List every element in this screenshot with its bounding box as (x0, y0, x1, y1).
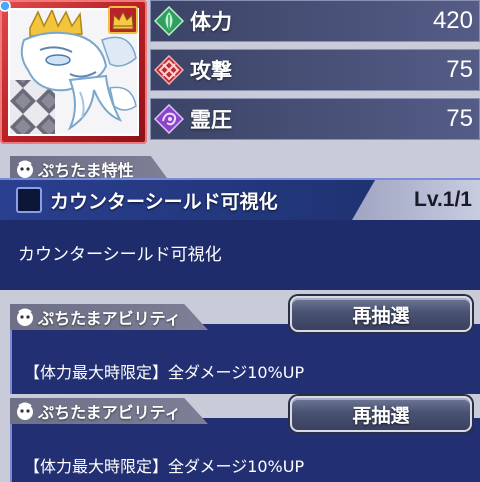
trait-header: カウンターシールド可視化 Lv.1/1 (0, 180, 480, 220)
stat-label: 体力 (190, 10, 232, 34)
ability-section-tab-2: ぷちたまアビリティ (10, 398, 208, 424)
trait-panel: カウンターシールド可視化 Lv.1/1 カウンターシールド可視化 (0, 178, 480, 290)
stat-value: 75 (446, 105, 473, 132)
ability-section-label: ぷちたまアビリティ (38, 403, 181, 422)
spirit-pressure-icon (154, 104, 184, 134)
crown-badge-icon (108, 6, 138, 34)
ability-section-tab-1: ぷちたまアビリティ (10, 304, 208, 330)
stat-value: 420 (432, 7, 473, 34)
stat-label: 霊圧 (190, 108, 232, 132)
egg-creature-icon (17, 402, 33, 420)
stat-row-attack: 攻撃 75 (150, 49, 480, 91)
stat-row-spirit-pressure: 霊圧 75 (150, 98, 480, 140)
leaf-icon (154, 6, 184, 36)
reroll-button-label: 再抽選 (352, 404, 410, 427)
stat-label: 攻撃 (190, 59, 232, 83)
egg-creature-icon (17, 160, 33, 178)
moon-icon (16, 187, 42, 213)
reroll-button-1[interactable]: 再抽選 (290, 296, 472, 332)
trait-description: カウンターシールド可視化 (18, 245, 222, 265)
blue-pin-icon (0, 0, 14, 14)
attack-crystal-icon (154, 55, 184, 85)
ability-text: 【体力最大時限定】全ダメージ10%UP (24, 457, 305, 476)
reroll-button-2[interactable]: 再抽選 (290, 396, 472, 432)
egg-creature-icon (17, 308, 33, 326)
ability-panel-1: 【体力最大時限定】全ダメージ10%UP (10, 324, 480, 394)
ability-text: 【体力最大時限定】全ダメージ10%UP (24, 363, 305, 382)
ability-section-label: ぷちたまアビリティ (38, 309, 181, 328)
stat-value: 75 (446, 56, 473, 83)
reroll-button-label: 再抽選 (352, 304, 410, 327)
character-portrait-frame[interactable] (0, 0, 147, 144)
level-text: Lv.1/1 (414, 188, 472, 211)
stat-row-hp: 体力 420 (150, 0, 480, 42)
